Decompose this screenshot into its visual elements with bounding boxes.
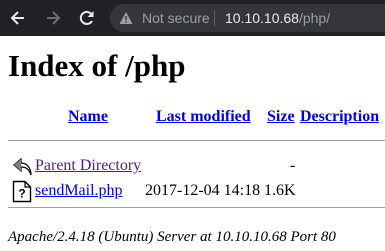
back-button[interactable] <box>8 8 28 28</box>
table-divider-bottom <box>8 207 385 208</box>
reload-icon <box>79 10 94 25</box>
forward-button[interactable] <box>43 8 63 28</box>
url-host: 10.10.10.68 <box>225 10 299 26</box>
row-size: 1.6K <box>264 182 296 199</box>
row-size: - <box>290 157 296 174</box>
warning-icon[interactable] <box>119 11 133 25</box>
page-title: Index of /php <box>8 48 186 83</box>
reload-button[interactable] <box>77 8 97 28</box>
column-header-description[interactable]: Description <box>300 108 379 126</box>
address-bar[interactable]: Not secure 10.10.10.68/php/ <box>110 4 385 32</box>
forward-arrow-icon <box>47 11 61 25</box>
row-modified: 2017-12-04 14:18 <box>145 182 261 199</box>
unknown-file-icon: ? <box>12 180 32 203</box>
back-arrow-icon <box>13 157 32 176</box>
column-header-last-modified[interactable]: Last modified <box>156 108 251 126</box>
browser-toolbar: Not secure 10.10.10.68/php/ <box>0 0 385 36</box>
url-text[interactable]: 10.10.10.68/php/ <box>225 10 330 26</box>
table-divider-top <box>8 140 385 141</box>
omnibox-divider <box>214 10 215 26</box>
page-content: Index of /php Name Last modified Size De… <box>0 36 385 251</box>
parent-directory-link[interactable]: Parent Directory <box>35 157 141 175</box>
server-signature: Apache/2.4.18 (Ubuntu) Server at 10.10.1… <box>8 229 336 245</box>
column-header-size[interactable]: Size <box>267 108 295 126</box>
security-status-label[interactable]: Not secure <box>142 10 210 26</box>
column-header-name[interactable]: Name <box>68 108 108 126</box>
file-link-sendmail[interactable]: sendMail.php <box>35 182 123 200</box>
url-path: /php/ <box>298 10 331 26</box>
back-arrow-icon <box>10 11 24 25</box>
svg-text:?: ? <box>18 187 25 201</box>
